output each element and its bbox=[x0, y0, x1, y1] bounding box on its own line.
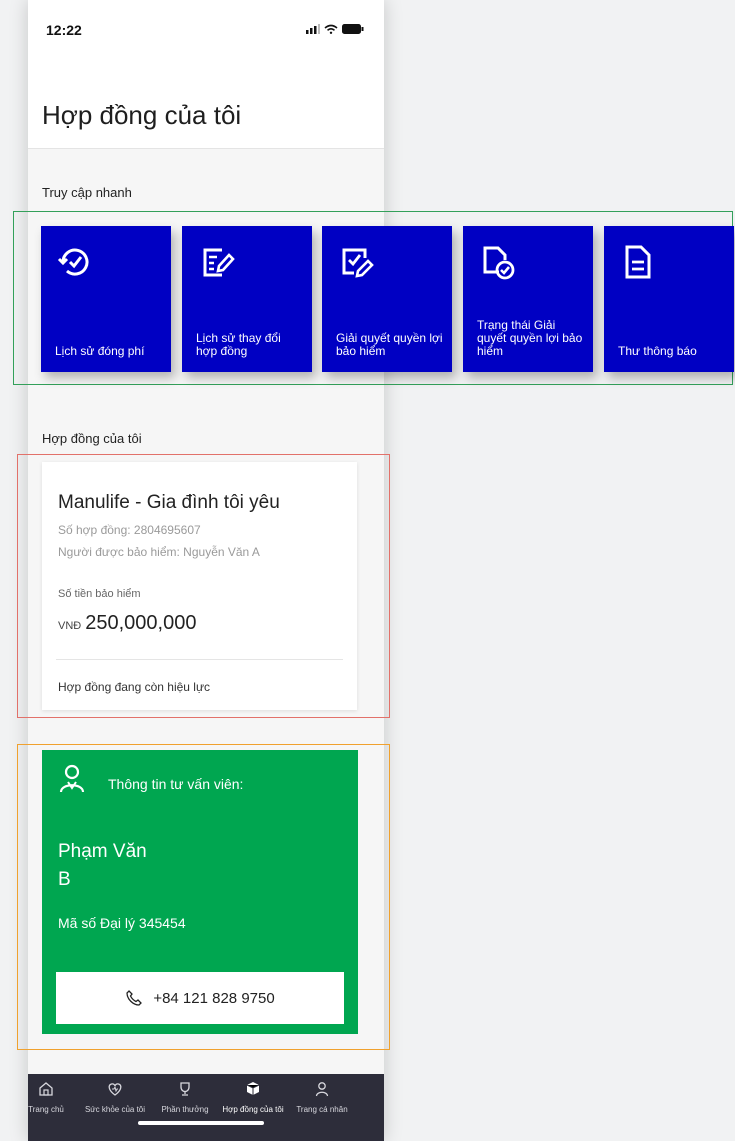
agent-phone: +84 121 828 9750 bbox=[153, 989, 275, 1007]
trophy-icon bbox=[180, 1082, 190, 1096]
bottom-nav: Trang chủ Sức khỏe của tôi Phần thưởng H… bbox=[28, 1074, 384, 1141]
heart-icon bbox=[108, 1083, 122, 1096]
document-check-icon bbox=[483, 246, 515, 280]
nav-item-profile[interactable]: Trang cá nhân bbox=[287, 1078, 357, 1117]
tile-label: Giải quyết quyền lợi bảo hiểm bbox=[336, 331, 443, 358]
agent-name: Phạm Văn B bbox=[58, 841, 147, 890]
wifi-icon bbox=[324, 24, 338, 34]
tile-label: Thư thông báo bbox=[618, 344, 697, 358]
agent-code: Mã số Đại lý 345454 bbox=[58, 915, 186, 931]
sum-assured-value: 250,000,000 bbox=[85, 612, 197, 634]
contract-number: Số hợp đồng: 2804695607 bbox=[58, 523, 201, 537]
document-icon bbox=[625, 245, 651, 279]
status-icons bbox=[306, 24, 364, 34]
call-agent-button[interactable]: +84 121 828 9750 bbox=[56, 972, 344, 1024]
quick-access-heading: Truy cập nhanh bbox=[42, 185, 132, 200]
tile-claims[interactable]: Giải quyết quyền lợi bảo hiểm bbox=[322, 226, 452, 372]
contract-insured: Người được bảo hiểm: Nguyễn Văn A bbox=[58, 545, 260, 559]
status-time: 12:22 bbox=[46, 22, 82, 38]
nav-label-rewards: Phần thưởng bbox=[161, 1105, 209, 1114]
box-icon bbox=[246, 1082, 260, 1095]
document-edit-icon bbox=[203, 248, 235, 277]
checkbox-edit-icon bbox=[342, 248, 374, 278]
signal-icon bbox=[306, 24, 320, 34]
page-title: Hợp đồng của tôi bbox=[42, 100, 242, 130]
agent-card: Thông tin tư vấn viên: Phạm Văn B Mã số … bbox=[42, 750, 358, 1034]
nav-label-profile: Trang cá nhân bbox=[296, 1105, 348, 1114]
tile-payment-history[interactable]: Lịch sử đóng phí bbox=[41, 226, 171, 372]
currency: VNĐ bbox=[58, 620, 82, 632]
nav-item-rewards[interactable]: Phần thưởng bbox=[150, 1078, 220, 1117]
agent-heading: Thông tin tư vấn viên: bbox=[108, 776, 244, 792]
contracts-heading: Hợp đồng của tôi bbox=[42, 431, 142, 446]
nav-item-home[interactable]: Trang chủ bbox=[28, 1078, 81, 1117]
tile-label: Trạng thái Giải quyết quyền lợi bảo hiểm bbox=[477, 318, 583, 358]
contract-product-name: Manulife - Gia đình tôi yêu bbox=[58, 492, 280, 513]
nav-label-health: Sức khỏe của tôi bbox=[84, 1105, 146, 1114]
home-icon bbox=[39, 1082, 53, 1096]
tile-claim-status[interactable]: Trạng thái Giải quyết quyền lợi bảo hiểm bbox=[463, 226, 593, 372]
nav-item-contracts[interactable]: Hợp đồng của tôi bbox=[218, 1078, 288, 1117]
sum-assured: VNĐ 250,000,000 bbox=[58, 612, 196, 635]
tile-label: Lịch sử đóng phí bbox=[55, 344, 145, 358]
tile-notifications[interactable]: Thư thông báo bbox=[604, 226, 734, 372]
tile-contract-change-history[interactable]: Lịch sử thay đổi hợp đồng bbox=[182, 226, 312, 372]
tile-label: Lịch sử thay đổi hợp đồng bbox=[196, 331, 281, 358]
sum-assured-label: Số tiền bảo hiểm bbox=[58, 588, 141, 600]
person-icon bbox=[315, 1082, 329, 1097]
phone-icon bbox=[126, 990, 143, 1006]
agent-person-icon bbox=[59, 764, 85, 793]
nav-label-contracts: Hợp đồng của tôi bbox=[222, 1105, 284, 1114]
divider bbox=[56, 659, 343, 660]
nav-item-health[interactable]: Sức khỏe của tôi bbox=[80, 1078, 150, 1117]
history-check-icon bbox=[57, 248, 89, 276]
home-indicator bbox=[138, 1121, 264, 1125]
contract-status: Hợp đồng đang còn hiệu lực bbox=[58, 680, 211, 694]
nav-label-home: Trang chủ bbox=[28, 1105, 64, 1114]
contract-card[interactable]: Manulife - Gia đình tôi yêu Số hợp đồng:… bbox=[42, 462, 357, 710]
battery-icon bbox=[342, 24, 364, 34]
